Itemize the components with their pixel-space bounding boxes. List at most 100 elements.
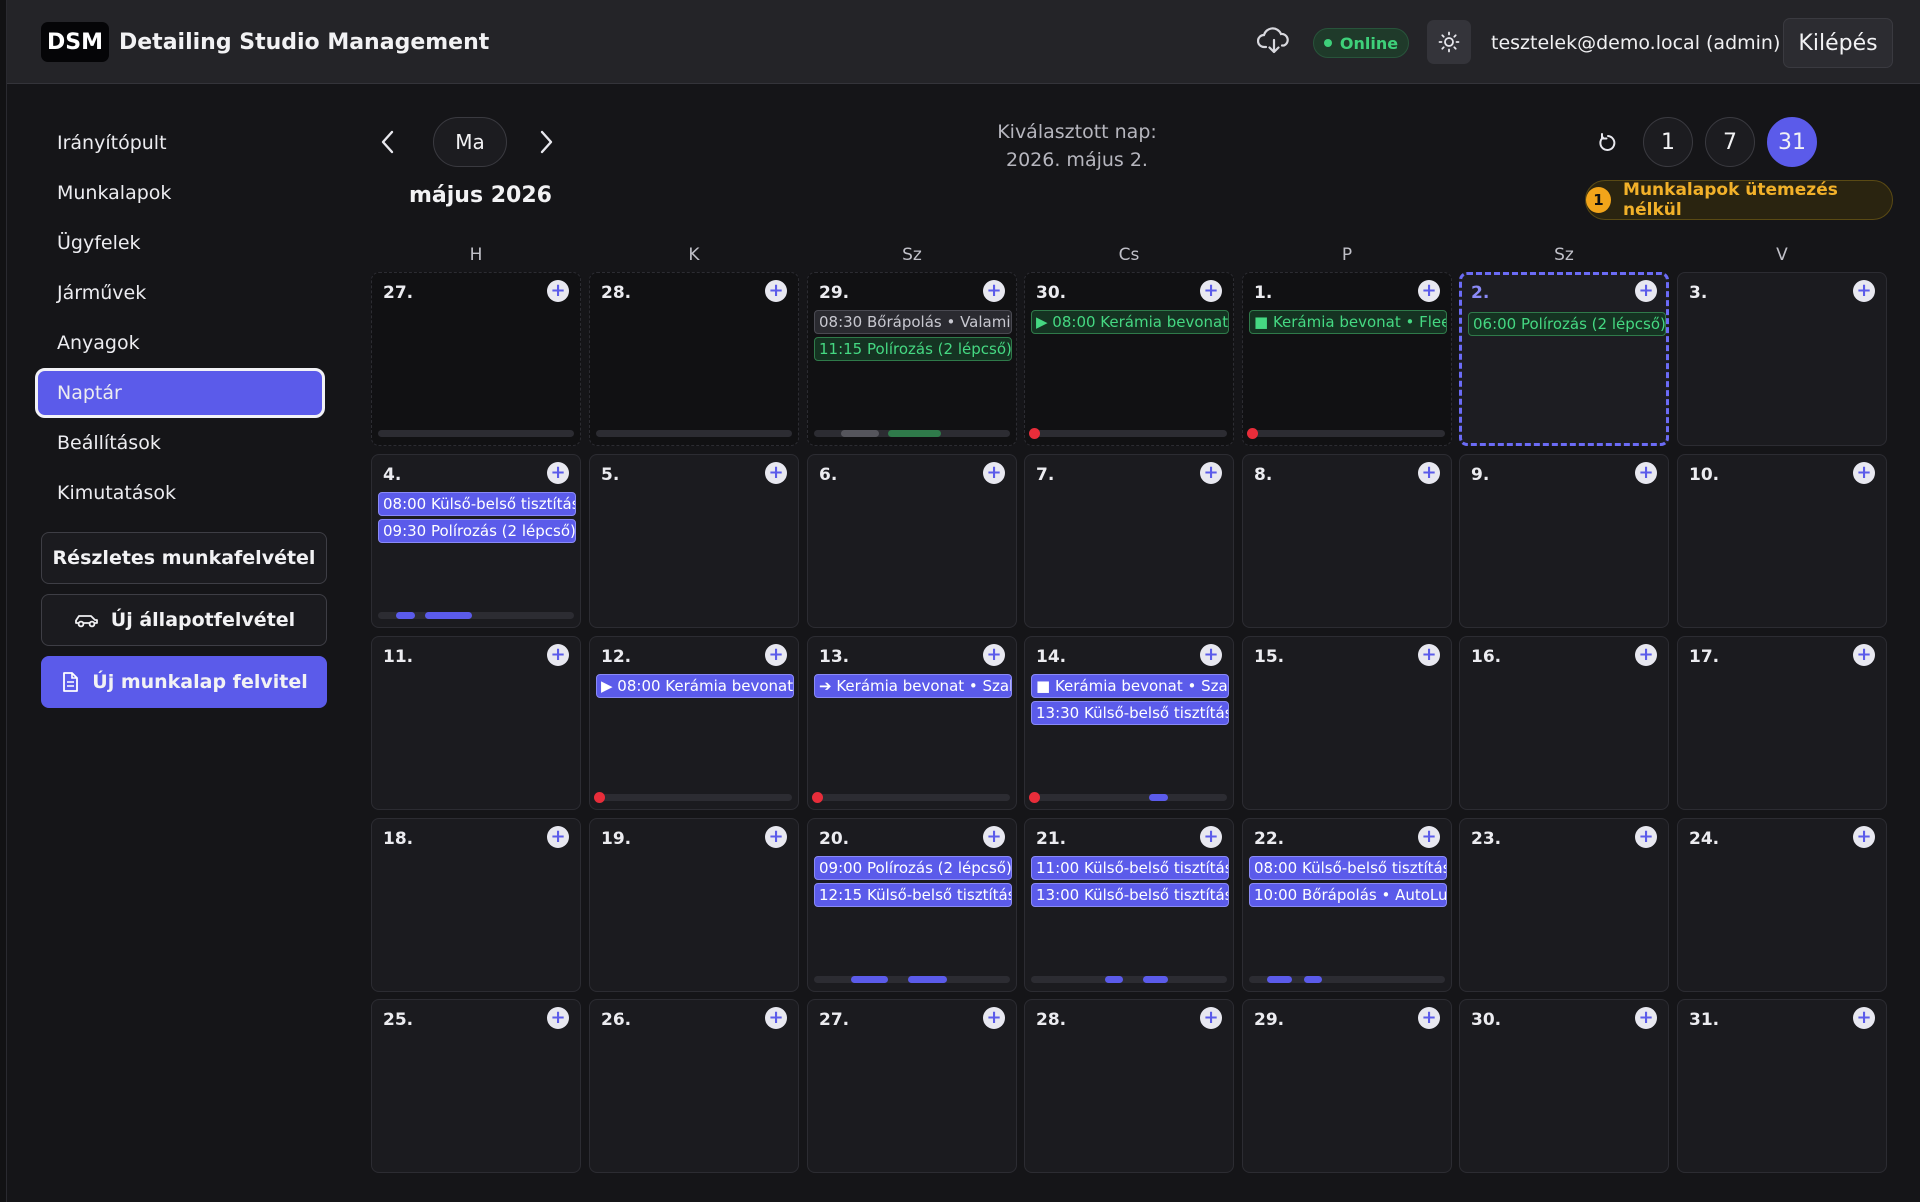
calendar-day-cell[interactable]: 27. + xyxy=(807,999,1017,1173)
add-event-icon[interactable]: + xyxy=(547,280,569,302)
calendar-day-cell[interactable]: 28. + xyxy=(1024,999,1234,1173)
add-event-icon[interactable]: + xyxy=(1853,644,1875,666)
add-event-icon[interactable]: + xyxy=(1418,462,1440,484)
calendar-event[interactable]: 08:00 Külső-belső tisztítás xyxy=(378,492,576,516)
sidebar-item-settings[interactable]: Beállítások xyxy=(35,418,335,468)
calendar-day-cell[interactable]: 3. + xyxy=(1677,272,1887,446)
calendar-day-cell[interactable]: 16. + xyxy=(1459,636,1669,810)
add-event-icon[interactable]: + xyxy=(765,462,787,484)
add-event-icon[interactable]: + xyxy=(547,1007,569,1029)
calendar-day-cell[interactable]: 30. + ▶ 08:00 Kerámia bevonat xyxy=(1024,272,1234,446)
sidebar-item-customers[interactable]: Ügyfelek xyxy=(35,218,335,268)
today-button[interactable]: Ma xyxy=(433,117,507,167)
sidebar-item-worksheets[interactable]: Munkalapok xyxy=(35,168,335,218)
calendar-event[interactable]: 10:00 Bőrápolás • AutoLux xyxy=(1249,883,1447,907)
calendar-day-cell[interactable]: 29. +08:30 Bőrápolás • Valamil 11:15 Polír… xyxy=(807,272,1017,446)
logout-button[interactable]: Kilépés xyxy=(1783,18,1893,68)
add-event-icon[interactable]: + xyxy=(547,644,569,666)
add-event-icon[interactable]: + xyxy=(983,462,1005,484)
calendar-day-cell[interactable]: 4. +08:00 Külső-belső tisztítás 09:30 Polí… xyxy=(371,454,581,628)
cloud-sync-icon[interactable] xyxy=(1256,26,1291,56)
refresh-button[interactable] xyxy=(1593,128,1623,158)
calendar-event[interactable]: ▶ 08:00 Kerámia bevonat xyxy=(596,674,794,698)
add-event-icon[interactable]: + xyxy=(1200,826,1222,848)
add-event-icon[interactable]: + xyxy=(1418,826,1440,848)
add-event-icon[interactable]: + xyxy=(547,826,569,848)
sidebar-item-dashboard[interactable]: Irányítópult xyxy=(35,118,335,168)
calendar-day-cell[interactable]: 1. + ■ Kerámia bevonat • Fleet xyxy=(1242,272,1452,446)
calendar-event[interactable]: 09:30 Polírozás (2 lépcső) xyxy=(378,519,576,543)
calendar-event[interactable]: ▶ 08:00 Kerámia bevonat xyxy=(1031,310,1229,334)
add-event-icon[interactable]: + xyxy=(547,462,569,484)
calendar-day-cell[interactable]: 18. + xyxy=(371,818,581,992)
calendar-event[interactable]: ➔ Kerámia bevonat • Szab xyxy=(814,674,1012,698)
calendar-event[interactable]: 09:00 Polírozás (2 lépcső) xyxy=(814,856,1012,880)
calendar-day-cell[interactable]: 28. + xyxy=(589,272,799,446)
calendar-day-cell-selected[interactable]: 2. +06:00 Polírozás (2 lépcső) xyxy=(1459,272,1669,446)
calendar-day-cell[interactable]: 20. +09:00 Polírozás (2 lépcső) 12:15 Küls… xyxy=(807,818,1017,992)
add-event-icon[interactable]: + xyxy=(983,1007,1005,1029)
sidebar-item-vehicles[interactable]: Járművek xyxy=(35,268,335,318)
add-event-icon[interactable]: + xyxy=(1418,280,1440,302)
add-event-icon[interactable]: + xyxy=(1635,280,1657,302)
calendar-event[interactable]: 06:00 Polírozás (2 lépcső) xyxy=(1468,312,1666,336)
sidebar-item-materials[interactable]: Anyagok xyxy=(35,318,335,368)
calendar-event[interactable]: 13:30 Külső-belső tisztítás xyxy=(1031,701,1229,725)
add-event-icon[interactable]: + xyxy=(1853,826,1875,848)
calendar-event[interactable]: 11:00 Külső-belső tisztítás xyxy=(1031,856,1229,880)
add-event-icon[interactable]: + xyxy=(1635,1007,1657,1029)
calendar-event[interactable]: 13:00 Külső-belső tisztítás xyxy=(1031,883,1229,907)
add-event-icon[interactable]: + xyxy=(1635,462,1657,484)
add-event-icon[interactable]: + xyxy=(765,644,787,666)
new-condition-button[interactable]: Új állapotfelvétel xyxy=(41,594,327,646)
prev-month-button[interactable] xyxy=(373,124,403,160)
calendar-event[interactable]: 12:15 Külső-belső tisztítás xyxy=(814,883,1012,907)
calendar-day-cell[interactable]: 25. + xyxy=(371,999,581,1173)
calendar-day-cell[interactable]: 17. + xyxy=(1677,636,1887,810)
calendar-day-cell[interactable]: 14. + ■ Kerámia bevonat • Szab 13:30 Külső-… xyxy=(1024,636,1234,810)
calendar-day-cell[interactable]: 10. + xyxy=(1677,454,1887,628)
add-event-icon[interactable]: + xyxy=(765,826,787,848)
calendar-day-cell[interactable]: 19. + xyxy=(589,818,799,992)
add-event-icon[interactable]: + xyxy=(1853,280,1875,302)
detailed-intake-button[interactable]: Részletes munkafelvétel xyxy=(41,532,327,584)
calendar-day-cell[interactable]: 5. + xyxy=(589,454,799,628)
add-event-icon[interactable]: + xyxy=(983,644,1005,666)
calendar-event[interactable]: ■ Kerámia bevonat • Szab xyxy=(1031,674,1229,698)
calendar-day-cell[interactable]: 31. + xyxy=(1677,999,1887,1173)
range-31-day-button[interactable]: 31 xyxy=(1767,117,1817,167)
calendar-event[interactable]: 08:30 Bőrápolás • Valamil xyxy=(814,310,1012,334)
add-event-icon[interactable]: + xyxy=(1200,280,1222,302)
add-event-icon[interactable]: + xyxy=(1635,644,1657,666)
add-event-icon[interactable]: + xyxy=(1635,826,1657,848)
add-event-icon[interactable]: + xyxy=(765,280,787,302)
sidebar-item-reports[interactable]: Kimutatások xyxy=(35,468,335,518)
calendar-event[interactable]: 08:00 Külső-belső tisztítás xyxy=(1249,856,1447,880)
new-worksheet-button[interactable]: Új munkalap felvitel xyxy=(41,656,327,708)
add-event-icon[interactable]: + xyxy=(1418,644,1440,666)
calendar-event[interactable]: 11:15 Polírozás (2 lépcső) xyxy=(814,337,1012,361)
sidebar-item-calendar[interactable]: Naptár xyxy=(35,368,325,418)
next-month-button[interactable] xyxy=(531,124,561,160)
calendar-day-cell[interactable]: 22. +08:00 Külső-belső tisztítás 10:00 Bőr… xyxy=(1242,818,1452,992)
calendar-day-cell[interactable]: 26. + xyxy=(589,999,799,1173)
add-event-icon[interactable]: + xyxy=(765,1007,787,1029)
add-event-icon[interactable]: + xyxy=(1200,1007,1222,1029)
range-7-day-button[interactable]: 7 xyxy=(1705,117,1755,167)
calendar-day-cell[interactable]: 12. + ▶ 08:00 Kerámia bevonat xyxy=(589,636,799,810)
range-1-day-button[interactable]: 1 xyxy=(1643,117,1693,167)
add-event-icon[interactable]: + xyxy=(983,280,1005,302)
calendar-day-cell[interactable]: 6. + xyxy=(807,454,1017,628)
add-event-icon[interactable]: + xyxy=(1200,462,1222,484)
add-event-icon[interactable]: + xyxy=(983,826,1005,848)
calendar-day-cell[interactable]: 21. +11:00 Külső-belső tisztítás 13:00 Kül… xyxy=(1024,818,1234,992)
brand-logo[interactable]: DSM xyxy=(41,22,109,62)
add-event-icon[interactable]: + xyxy=(1200,644,1222,666)
calendar-day-cell[interactable]: 13. + ➔ Kerámia bevonat • Szab xyxy=(807,636,1017,810)
calendar-event[interactable]: ■ Kerámia bevonat • Fleet xyxy=(1249,310,1447,334)
theme-toggle-button[interactable] xyxy=(1427,20,1471,64)
calendar-day-cell[interactable]: 23. + xyxy=(1459,818,1669,992)
calendar-day-cell[interactable]: 15. + xyxy=(1242,636,1452,810)
add-event-icon[interactable]: + xyxy=(1853,1007,1875,1029)
add-event-icon[interactable]: + xyxy=(1853,462,1875,484)
